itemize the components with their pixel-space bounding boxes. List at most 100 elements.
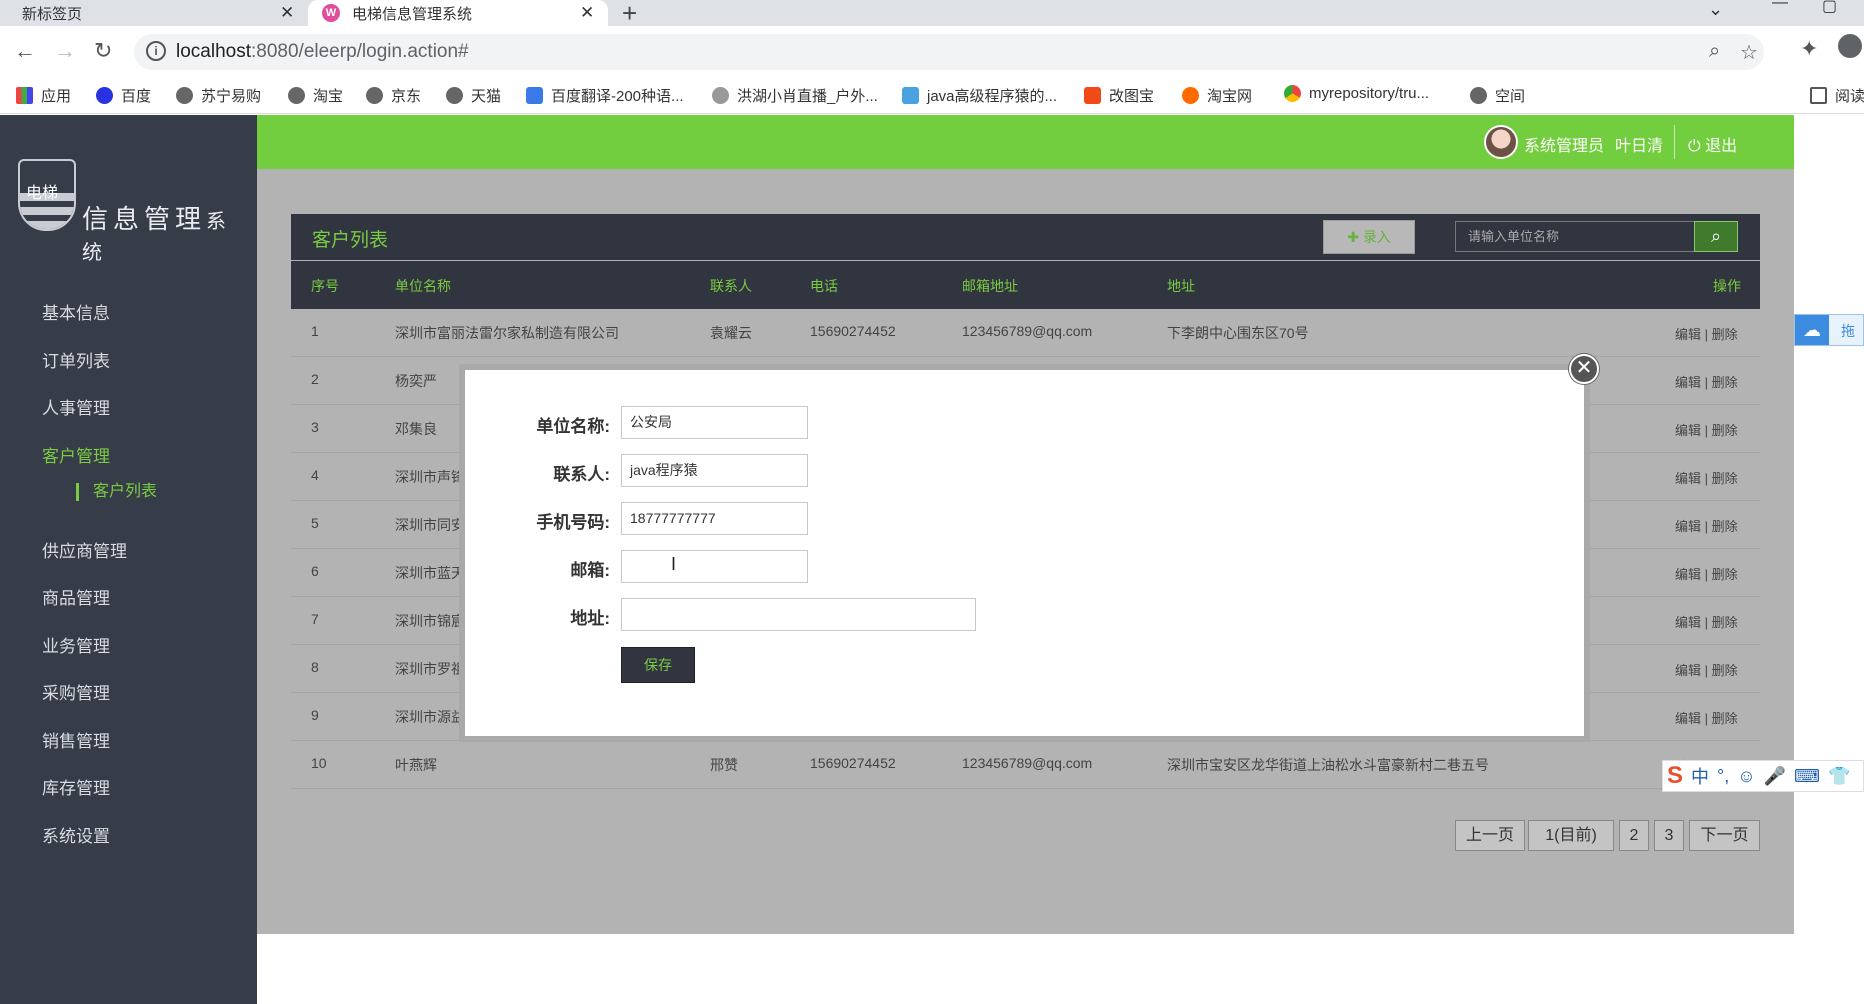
page-2-button[interactable]: 2 (1619, 820, 1649, 851)
new-tab-plus-icon[interactable]: + (622, 0, 637, 29)
sidebar-item-settings[interactable]: 系统设置 (42, 822, 110, 847)
sidebar-item-hr[interactable]: 人事管理 (42, 394, 110, 419)
address-field[interactable] (621, 598, 976, 631)
page-title: 客户列表 (312, 230, 389, 251)
bookmark-tmall[interactable]: 天猫 (446, 85, 501, 106)
ime-mic-icon[interactable]: 🎤 (1764, 766, 1786, 787)
star-icon[interactable]: ☆ (1740, 40, 1758, 65)
bookmark-jd[interactable]: 京东 (366, 85, 421, 106)
row-edit-delete-links[interactable]: 编辑 | 删除 (1675, 324, 1738, 343)
sidebar-item-sales[interactable]: 销售管理 (42, 727, 110, 752)
bookmark-apps[interactable]: 应用 (16, 85, 71, 106)
reading-list-icon (1810, 87, 1827, 104)
bookmark-label: 淘宝 (313, 88, 344, 105)
bookmark-label: 改图宝 (1109, 88, 1155, 105)
sidebar-subitem-customer-list[interactable]: 客户列表 (76, 483, 157, 501)
back-arrow-icon[interactable]: ← (14, 38, 36, 64)
sidebar-item-customers[interactable]: 客户管理 (42, 442, 110, 467)
extensions-icon[interactable]: ✦ (1800, 36, 1818, 62)
bookmark-label: 百度 (121, 88, 152, 105)
email-field[interactable] (621, 550, 808, 583)
close-icon[interactable]: ✕ (280, 3, 294, 23)
minimize-icon[interactable]: — (1772, 0, 1788, 12)
sidebar-item-business[interactable]: 业务管理 (42, 632, 110, 657)
zoom-icon[interactable]: ⌕ (1709, 40, 1720, 63)
tab-elevator-system[interactable]: W 电梯信息管理系统 ✕ (308, 0, 608, 26)
cell-address: 下李朗中心围东区70号 (1167, 325, 1309, 341)
browser-tab-bar: 新标签页 ✕ W 电梯信息管理系统 ✕ + ⌄ — ▢ (0, 0, 1864, 29)
save-button[interactable]: 保存 (621, 647, 695, 683)
add-record-label: 录入 (1362, 229, 1391, 245)
ime-emoji-icon[interactable]: ☺ (1737, 766, 1755, 787)
next-page-button[interactable]: 下一页 (1689, 820, 1760, 851)
cell-email: 123456789@qq.com (962, 755, 1093, 771)
prev-page-button[interactable]: 上一页 (1455, 820, 1525, 851)
add-record-button[interactable]: ✚ 录入 (1323, 220, 1415, 254)
phone-field[interactable]: 18777777777 (621, 502, 808, 535)
contact-field[interactable]: java程序猿 (621, 454, 808, 487)
row-edit-delete-links[interactable]: 编辑 | 删除 (1675, 420, 1738, 439)
ime-keyboard-icon[interactable]: ⌨ (1794, 766, 1820, 787)
site-info-icon[interactable]: i (146, 41, 166, 61)
cell-name: 深圳市声锋 (395, 469, 465, 485)
cell-no: 7 (311, 611, 319, 627)
sidebar-item-purchasing[interactable]: 采购管理 (42, 679, 110, 704)
taobao-icon (1182, 87, 1199, 104)
bookmark-label: 淘宝网 (1207, 88, 1253, 105)
tab-search-icon[interactable]: ⌄ (1708, 0, 1723, 20)
current-page-button[interactable]: 1(目前) (1528, 820, 1614, 851)
cloud-drive-widget[interactable]: ☁ 拖 (1794, 314, 1864, 346)
bookmark-java-senior[interactable]: java高级程序猿的... (902, 85, 1057, 106)
tab-new-tab[interactable]: 新标签页 ✕ (0, 0, 306, 26)
sidebar-item-inventory[interactable]: 库存管理 (42, 774, 110, 799)
company-name-field[interactable]: 公安局 (621, 406, 808, 439)
row-edit-delete-links[interactable]: 编辑 | 删除 (1675, 708, 1738, 727)
cell-phone: 15690274452 (810, 323, 896, 339)
bookmark-taobao[interactable]: 淘宝 (288, 85, 343, 106)
ime-toolbar[interactable]: S 中 °, ☺ 🎤 ⌨ 👕 (1662, 760, 1864, 792)
cell-name: 深圳市锦宸 (395, 613, 465, 629)
bookmark-baidu[interactable]: 百度 (96, 85, 151, 106)
sidebar-item-orders[interactable]: 订单列表 (42, 347, 110, 372)
sidebar-item-products[interactable]: 商品管理 (42, 584, 110, 609)
ime-punctuation-mode[interactable]: °, (1717, 766, 1729, 787)
row-edit-delete-links[interactable]: 编辑 | 删除 (1675, 564, 1738, 583)
logo-title: 信息管理系统 (82, 199, 240, 266)
row-edit-delete-links[interactable]: 编辑 | 删除 (1675, 372, 1738, 391)
user-name[interactable]: 叶日清 (1615, 132, 1663, 156)
row-edit-delete-links[interactable]: 编辑 | 删除 (1675, 516, 1738, 535)
search-button[interactable]: ⌕ (1694, 221, 1738, 252)
bookmark-taobao-net[interactable]: 淘宝网 (1182, 85, 1252, 106)
profile-icon[interactable] (1838, 34, 1862, 58)
row-edit-delete-links[interactable]: 编辑 | 删除 (1675, 468, 1738, 487)
reading-list[interactable]: 阅读 (1810, 85, 1864, 106)
cell-no: 3 (311, 419, 319, 435)
search-input[interactable]: 请输入单位名称 (1455, 221, 1695, 252)
logout-button[interactable]: ⏻ 退出 (1688, 132, 1737, 156)
dialog-close-button[interactable]: ✕ (1569, 354, 1599, 384)
bookmark-honghu-live[interactable]: 洪湖小肖直播_户外... (712, 85, 878, 106)
col-header-name: 单位名称 (395, 278, 451, 294)
bookmark-baidu-translate[interactable]: 百度翻译-200种语... (526, 85, 684, 106)
page-3-button[interactable]: 3 (1654, 820, 1684, 851)
maximize-icon[interactable]: ▢ (1822, 0, 1837, 16)
bookmark-myrepository[interactable]: myrepository/tru... (1284, 85, 1429, 102)
forward-arrow-icon[interactable]: → (54, 38, 76, 64)
ime-skin-icon[interactable]: 👕 (1828, 766, 1850, 787)
sidebar-item-suppliers[interactable]: 供应商管理 (42, 537, 127, 562)
bookmark-label: 应用 (41, 88, 72, 105)
bookmark-space[interactable]: 空间 (1470, 85, 1525, 106)
url-field[interactable]: i localhost:8080/eleerp/login.action# ⌕ … (134, 34, 1764, 70)
bookmark-suning[interactable]: 苏宁易购 (176, 85, 261, 106)
cell-no: 4 (311, 467, 319, 483)
avatar[interactable] (1484, 125, 1518, 159)
globe-icon (366, 87, 383, 104)
bilibili-icon (902, 87, 919, 104)
row-edit-delete-links[interactable]: 编辑 | 删除 (1675, 660, 1738, 679)
bookmark-gaitubao[interactable]: 改图宝 (1084, 85, 1154, 106)
close-icon[interactable]: ✕ (580, 3, 594, 23)
ime-chinese-mode[interactable]: 中 (1691, 763, 1709, 789)
sidebar-item-basic-info[interactable]: 基本信息 (42, 299, 110, 324)
reload-icon[interactable]: ↻ (94, 38, 112, 64)
row-edit-delete-links[interactable]: 编辑 | 删除 (1675, 612, 1738, 631)
